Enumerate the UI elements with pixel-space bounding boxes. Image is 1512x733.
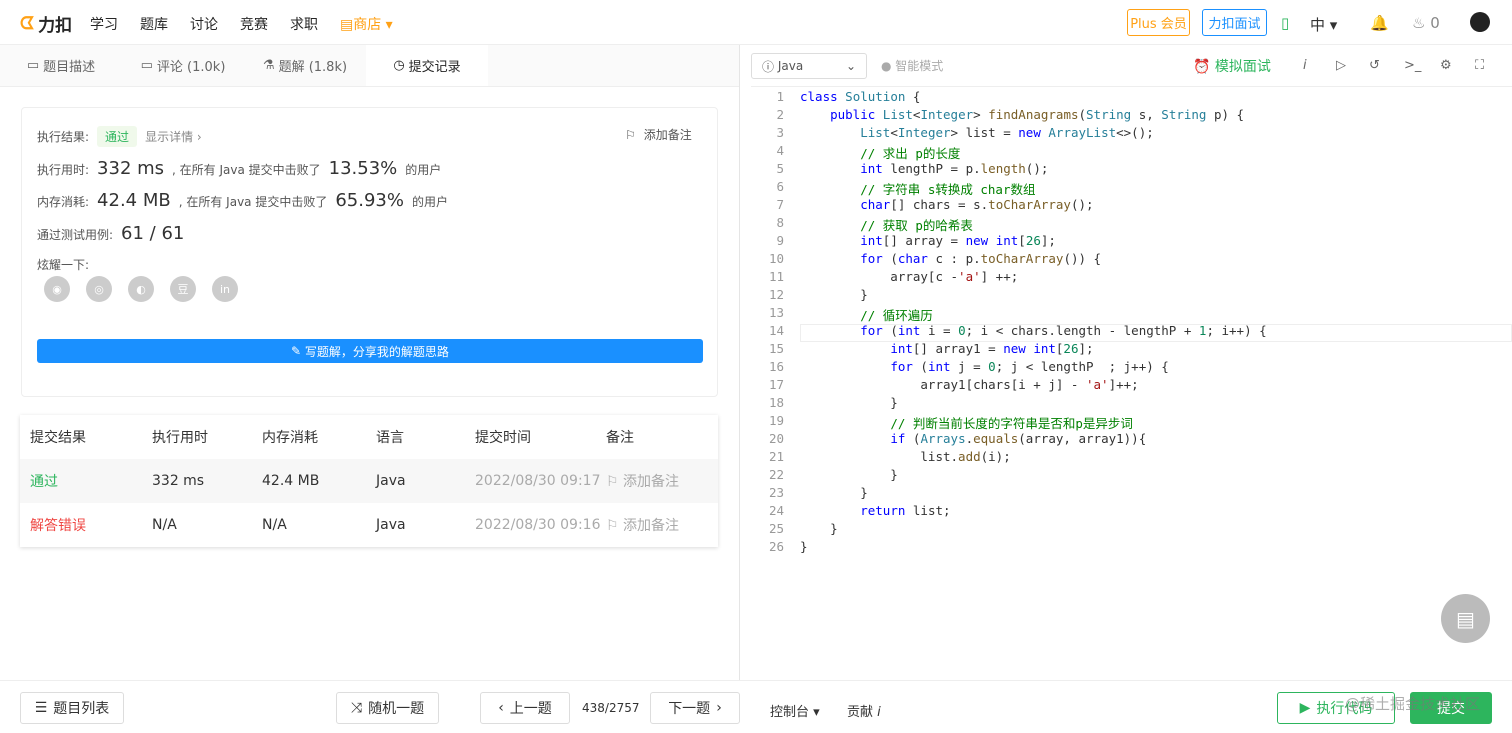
flask-icon: ⚗: [262, 58, 275, 73]
language-switch[interactable]: 中 ▾: [1310, 14, 1337, 35]
mobile-icon[interactable]: ▯: [1281, 14, 1289, 32]
table-header: 提交结果 执行用时 内存消耗 语言 提交时间 备注: [30, 430, 634, 446]
memory-row: 内存消耗: 42.4 MB, 在所有 Java 提交中击败了 65.93% 的用户: [37, 190, 448, 211]
shuffle-icon: ⤨: [350, 700, 363, 716]
write-solution-button[interactable]: ✎ 写题解，分享我的解题思路: [37, 339, 703, 363]
nav-shop[interactable]: ▤商店 ▾: [340, 14, 393, 34]
share-icons: ◉ ◎ ◐ 豆 in: [44, 276, 238, 302]
add-note-button[interactable]: ⚐ 添加备注: [625, 126, 692, 143]
code-editor[interactable]: ⓘ Java ⌄ ● 智能模式 ⏰ 模拟面试 i ▷ ↺ >_ ⚙ ⛶ 1 clas…: [751, 45, 1512, 680]
nav-jobs[interactable]: 求职: [290, 14, 318, 34]
comment-icon: ▭: [140, 58, 153, 73]
list-icon: ☰: [34, 700, 48, 716]
logo-icon: ᗧ: [20, 13, 35, 34]
info-italic-icon[interactable]: i: [1303, 58, 1307, 73]
tab-comments[interactable]: ▭ 评论 (1.0k): [122, 45, 244, 86]
description-icon: ▭: [26, 58, 40, 73]
next-button[interactable]: 下一题 ›: [650, 692, 740, 724]
problem-list-button[interactable]: ☰ 题目列表: [20, 692, 124, 724]
left-panel: ▭ 题目描述 ▭ 评论 (1.0k) ⚗ 题解 (1.8k) ◷ 提交记录 执行结果: …: [0, 45, 740, 680]
runtime-row: 执行用时: 332 ms, 在所有 Java 提交中击败了 13.53% 的用户: [37, 158, 442, 179]
play-icon: ▶: [1299, 700, 1311, 716]
tab-solutions[interactable]: ⚗ 题解 (1.8k): [244, 45, 366, 86]
table-row[interactable]: 通过 332 ms 42.4 MB Java 2022/08/30 09:17 ⚐ 添加备…: [20, 459, 718, 503]
play-icon[interactable]: ▷: [1336, 58, 1346, 73]
random-problem-button[interactable]: ⤨ 随机一题: [336, 692, 439, 724]
prev-button[interactable]: ‹ 上一题: [480, 692, 570, 724]
submission-table: 提交结果 执行用时 内存消耗 语言 提交时间 备注 通过 332 ms 42.4 MB Java…: [20, 415, 718, 547]
bell-icon[interactable]: 🔔: [1370, 14, 1389, 32]
interview-button[interactable]: 力扣面试: [1202, 9, 1267, 36]
wechat-icon[interactable]: ◉: [44, 276, 70, 302]
chevron-down-icon: ⌄: [845, 59, 856, 73]
avatar[interactable]: [1470, 12, 1490, 32]
mock-interview-button[interactable]: ⏰ 模拟面试: [1193, 56, 1271, 76]
nav-contest[interactable]: 竞赛: [240, 14, 268, 34]
info-icon: ⓘ: [762, 59, 778, 74]
editor-toolbar: ⓘ Java ⌄ ● 智能模式 ⏰ 模拟面试 i ▷ ↺ >_ ⚙ ⛶: [751, 45, 1512, 87]
flag-icon: ⚐: [625, 128, 636, 142]
linkedin-icon[interactable]: in: [212, 276, 238, 302]
notebook-icon: ▤: [1456, 606, 1475, 631]
add-note-link[interactable]: ⚐ 添加备注: [606, 471, 718, 491]
nav-problems[interactable]: 题库: [140, 14, 168, 34]
tab-submissions[interactable]: ◷ 提交记录: [366, 45, 488, 86]
smart-mode[interactable]: ● 智能模式: [881, 57, 943, 74]
fire-icon[interactable]: ♨ 0: [1412, 14, 1440, 32]
contribute-link[interactable]: 贡献 i: [847, 701, 881, 720]
status-badge: 通过: [97, 126, 138, 147]
chevron-left-icon: ‹: [498, 700, 504, 716]
notes-fab-button[interactable]: ▤: [1441, 594, 1490, 643]
console-toggle[interactable]: 控制台 ▾: [770, 701, 820, 720]
language-select[interactable]: ⓘ Java ⌄: [751, 53, 867, 79]
douban-icon[interactable]: 豆: [170, 276, 196, 302]
weibo-icon[interactable]: ◎: [86, 276, 112, 302]
reset-icon[interactable]: ↺: [1369, 58, 1380, 73]
nav-menu: 学习 题库 讨论 竞赛 求职 ▤商店 ▾: [90, 14, 393, 34]
logo[interactable]: ᗧ 力扣: [20, 11, 72, 37]
clock-icon: ◷: [393, 58, 405, 73]
tab-description[interactable]: ▭ 题目描述: [0, 45, 122, 86]
nav-learn[interactable]: 学习: [90, 14, 118, 34]
nav-discuss[interactable]: 讨论: [190, 14, 218, 34]
settings-icon[interactable]: ⚙: [1440, 58, 1452, 73]
bottom-bar: ☰ 题目列表 ⤨ 随机一题 ‹ 上一题 438/2757 下一题 › 控制台 ▾ 贡献 …: [0, 680, 1512, 733]
plus-button[interactable]: Plus 会员: [1127, 9, 1190, 36]
add-note-link[interactable]: ⚐ 添加备注: [606, 515, 718, 535]
chevron-right-icon: ›: [716, 700, 722, 716]
result-row: 执行结果: 通过 显示详情 ›: [37, 126, 202, 147]
testcase-row: 通过测试用例: 61 / 61: [37, 223, 185, 244]
fullscreen-icon[interactable]: ⛶: [1475, 58, 1484, 73]
table-row[interactable]: 解答错误 N/A N/A Java 2022/08/30 09:16 ⚐ 添加备注: [20, 503, 718, 547]
result-card: 执行结果: 通过 显示详情 › ⚐ 添加备注 执行用时: 332 ms, 在所有 J…: [21, 107, 718, 397]
share-label: 炫耀一下:: [37, 258, 90, 272]
qq-icon[interactable]: ◐: [128, 276, 154, 302]
tab-bar: ▭ 题目描述 ▭ 评论 (1.0k) ⚗ 题解 (1.8k) ◷ 提交记录: [0, 45, 739, 87]
show-detail-link[interactable]: 显示详情 ›: [145, 128, 202, 145]
top-nav: ᗧ 力扣 学习 题库 讨论 竞赛 求职 ▤商店 ▾ Plus 会员 力扣面试 ▯ …: [0, 0, 1512, 45]
watermark: @稀土掘金技术社区: [1345, 695, 1481, 713]
page-counter: 438/2757: [582, 701, 640, 715]
pencil-icon: ✎: [291, 344, 305, 358]
terminal-icon[interactable]: >_: [1404, 58, 1421, 73]
